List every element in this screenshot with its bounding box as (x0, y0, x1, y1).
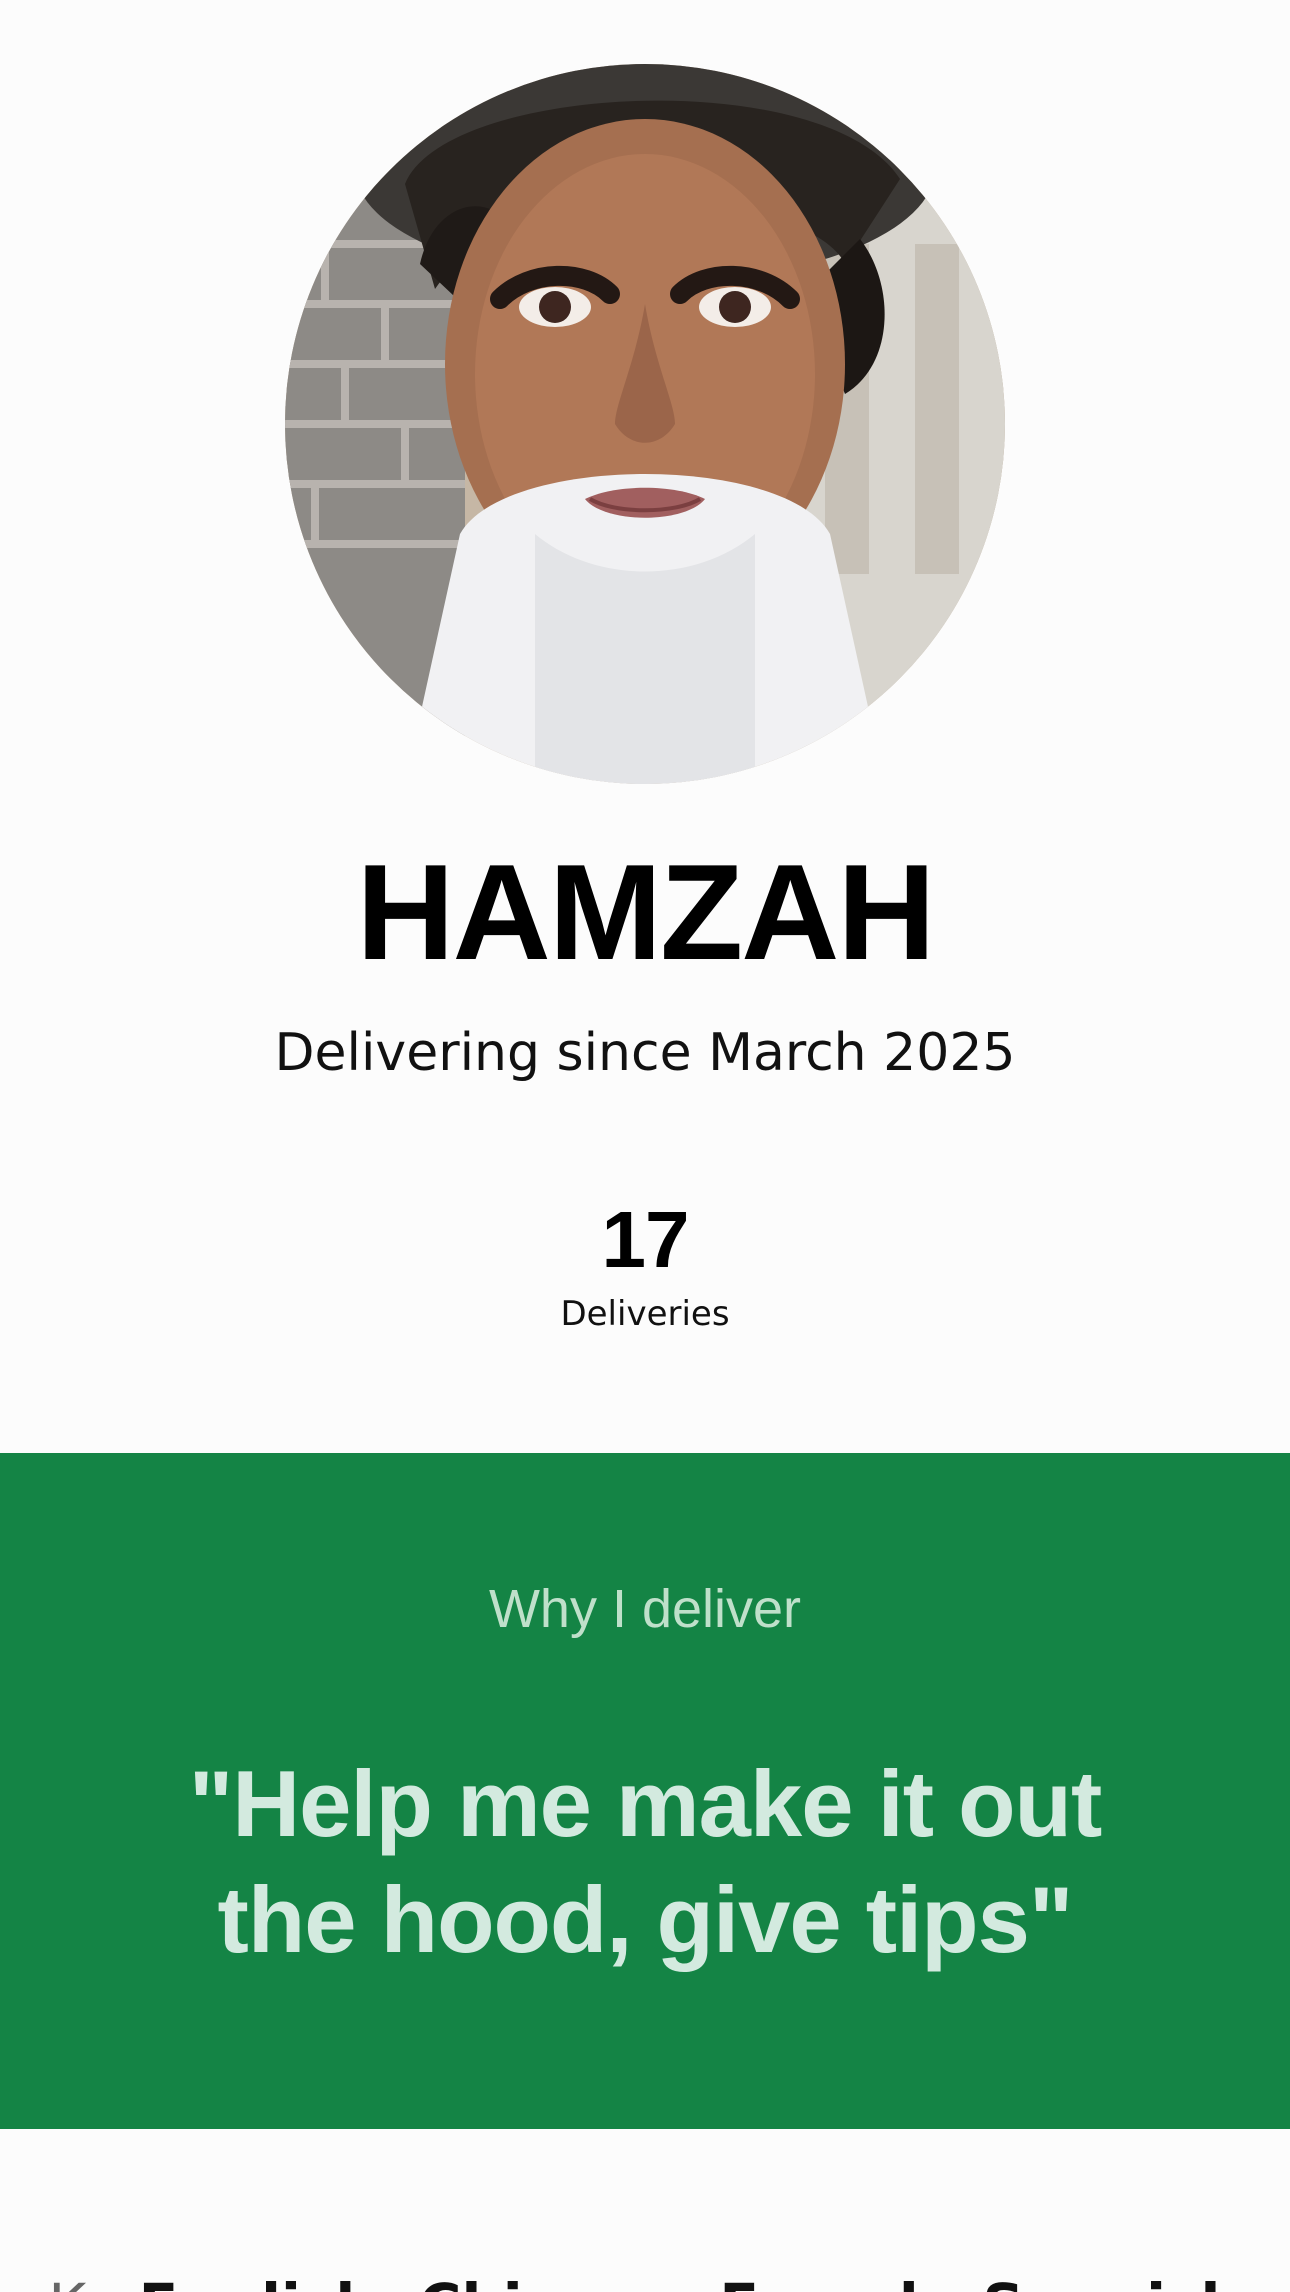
delivery-stats: 17 Deliveries (0, 1195, 1290, 1337)
languages-row: K English, Chinese, French, Spanish (0, 2269, 1290, 2292)
profile-photo-illustration (285, 64, 1005, 784)
profile-header: HAMZAH Delivering since March 2025 17 De… (0, 0, 1290, 1453)
languages-label: K (48, 2271, 86, 2292)
deliveries-label: Deliveries (560, 1294, 730, 1334)
quote-text: "Help me make it out the hood, give tips… (188, 1751, 1103, 1972)
deliveries-count: 17 (601, 1195, 690, 1284)
delivering-since: Delivering since March 2025 (274, 1023, 1016, 1083)
languages-section: K English, Chinese, French, Spanish (0, 2129, 1290, 2292)
profile-name: HAMZAH (356, 836, 935, 988)
avatar (285, 64, 1005, 784)
languages-value: English, Chinese, French, Spanish (139, 2271, 1242, 2292)
why-label: Why I deliver (488, 1579, 802, 1639)
